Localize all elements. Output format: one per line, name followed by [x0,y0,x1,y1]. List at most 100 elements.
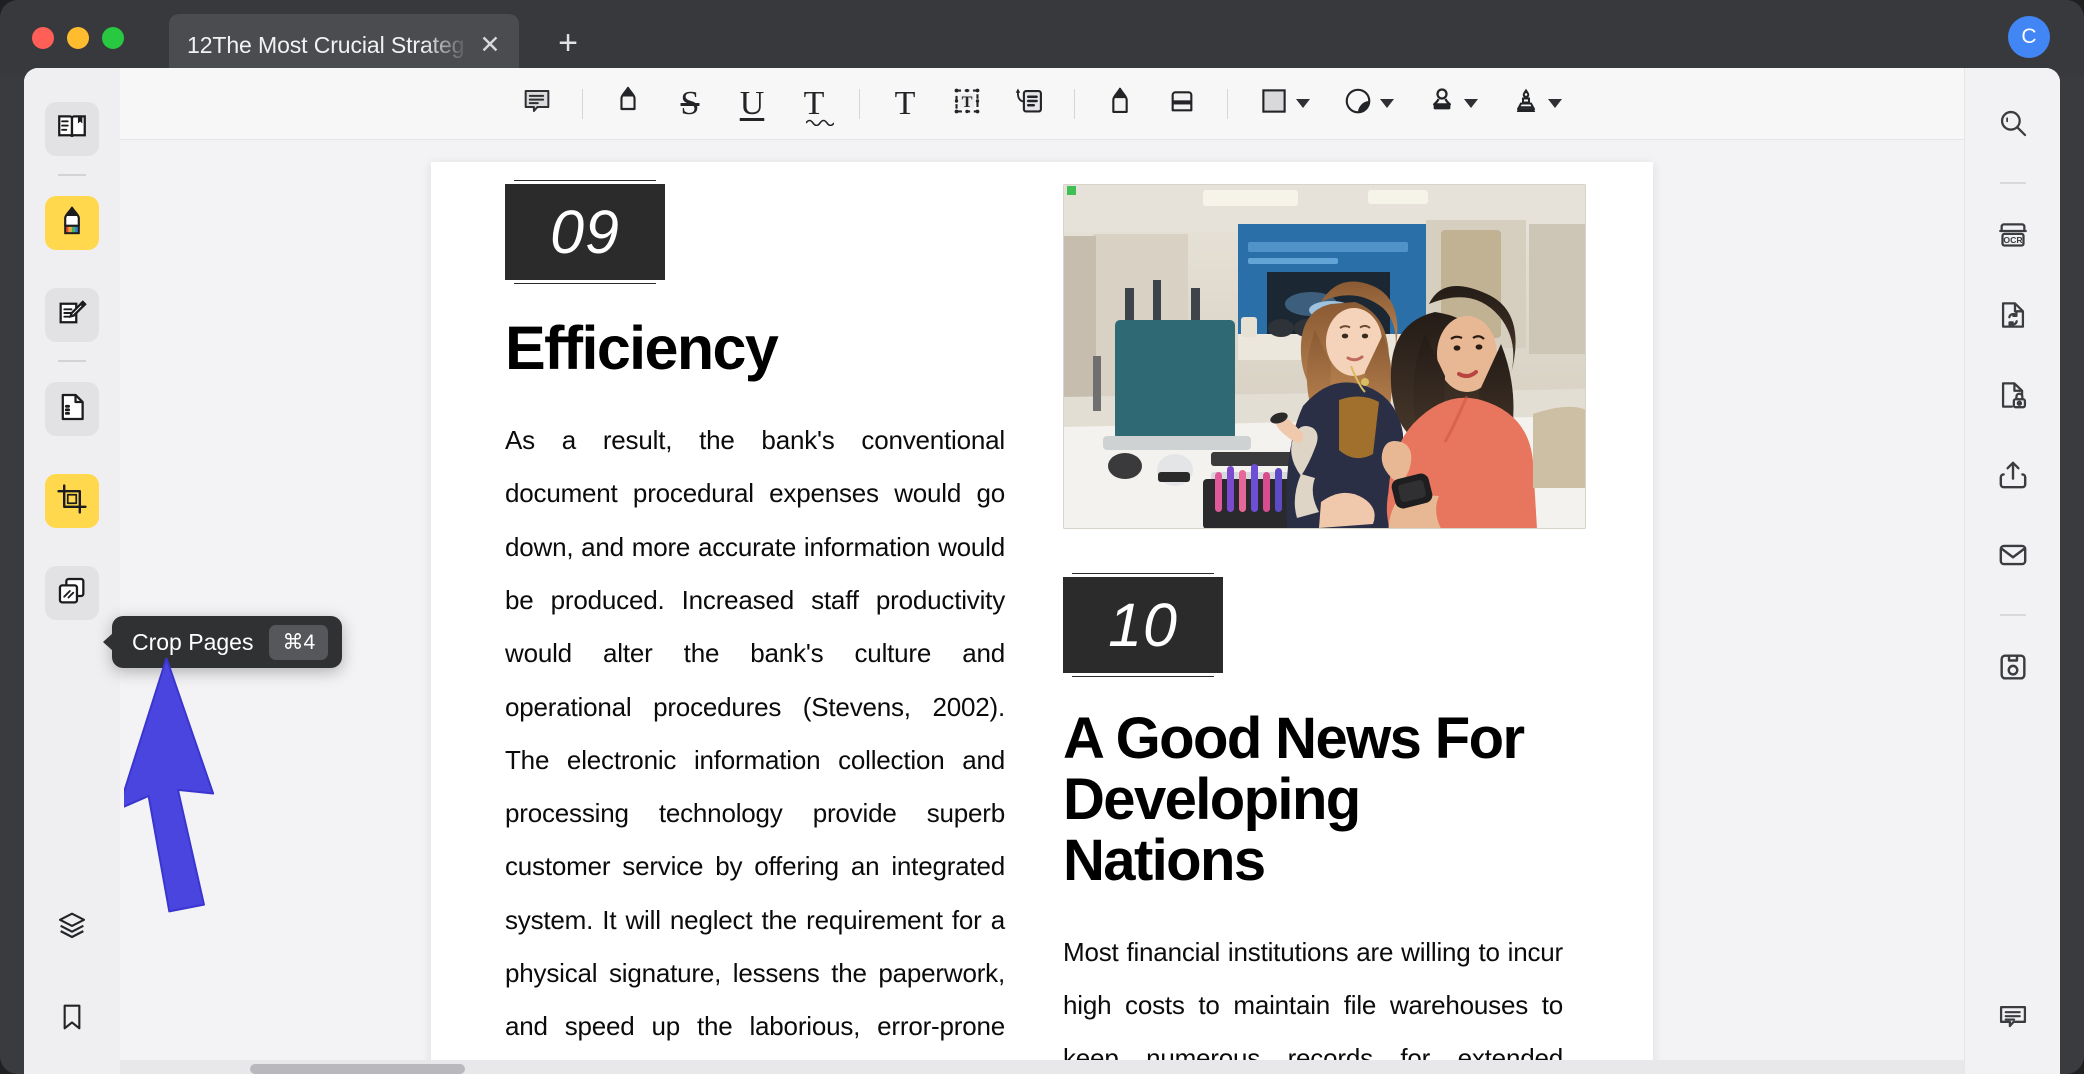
squiggly-t-icon: T [804,86,834,126]
stamp-icon [1427,86,1457,121]
main-area: S U T T T 09 Efficiency As a result, the… [120,68,1964,1074]
eraser-tool[interactable] [1151,77,1213,131]
text-t-icon: T [894,84,916,122]
section-paragraph: Most financial institutions are willing … [1063,936,1563,1074]
photo-corner-marker [1067,186,1076,195]
text-callout-tool[interactable] [998,77,1060,131]
horizontal-scrollbar[interactable] [250,1064,465,1074]
section-heading: A Good News For Developing Nations [1063,706,1525,893]
ocr-icon: OCR [1996,218,2030,257]
stamp-tool[interactable] [1410,77,1494,131]
toolbar-separator-2 [859,88,860,119]
share-upload-icon [1996,458,2030,497]
thumbnail-strip[interactable] [120,1060,1964,1074]
layers-icon [56,909,88,946]
underline-u-icon: U [739,84,765,122]
bookmark-icon [56,1001,88,1038]
chevron-down-icon[interactable] [1295,99,1310,108]
document-pencil-icon [55,296,89,335]
sidebar-item-layers[interactable] [45,900,99,954]
squiggly-tool[interactable]: T [783,77,845,131]
callout-note-icon [1012,84,1046,123]
toolbar-separator-3 [1074,88,1075,119]
sidebar-divider-1 [58,174,86,176]
email-button[interactable] [1986,530,2040,584]
sidebar-item-reader-mode[interactable] [45,102,99,156]
text-box-icon: T [950,84,984,123]
text-box-tool[interactable]: T [936,77,998,131]
avatar[interactable]: C [2008,16,2050,58]
tab-strip: 12The Most Crucial Strateg ✕ + [169,0,585,76]
svg-text:T: T [962,92,973,111]
share-button[interactable] [1986,450,2040,504]
sidebar-item-crop-pages[interactable] [45,474,99,528]
right-sidebar-divider-1 [1999,182,2026,184]
page-column-right: 10 A Good News For Developing Nations Mo… [1063,184,1586,1074]
document-scroll-area[interactable]: 09 Efficiency As a result, the bank's co… [120,140,1964,1074]
signature-tool[interactable] [1494,77,1578,131]
floppy-save-icon [1996,650,2030,689]
pencil-icon [1104,84,1136,123]
save-button[interactable] [1986,642,2040,696]
sticky-note-tool[interactable] [506,77,568,131]
maximize-window-button[interactable] [102,27,124,49]
sticker-tool[interactable] [1326,77,1410,131]
minimize-window-button[interactable] [67,27,89,49]
pencil-tool[interactable] [1089,77,1151,131]
chevron-down-icon[interactable] [1463,99,1478,108]
annotation-toolbar: S U T T T [120,68,1964,140]
chevron-down-icon[interactable] [1379,99,1394,108]
envelope-icon [1996,538,2030,577]
document-tab[interactable]: 12The Most Crucial Strateg ✕ [169,14,519,76]
section-heading: Efficiency [505,314,779,382]
tab-title: 12The Most Crucial Strateg [187,31,465,58]
avatar-initial: C [2021,25,2037,48]
sticker-circle-icon [1343,86,1373,121]
chevron-down-icon[interactable] [1547,99,1562,108]
svg-text:OCR: OCR [2003,234,2023,244]
traffic-lights [32,27,124,49]
document-convert-icon [1996,298,2030,337]
sidebar-item-edit-pdf[interactable] [45,288,99,342]
page-fold-icon [55,390,89,429]
strikethrough-s-icon: S [680,84,700,122]
highlighter-icon [55,204,89,243]
highlighter-icon [612,84,644,123]
title-bar: 12The Most Crucial Strateg ✕ + C [0,0,2084,76]
fountain-pen-icon [1511,85,1541,122]
sidebar-item-organize-pages[interactable] [45,382,99,436]
section-paragraph: As a result, the bank's conventional doc… [505,425,1005,1074]
text-tool[interactable]: T [874,77,936,131]
comment-bubble-icon [521,85,553,122]
close-window-button[interactable] [32,27,54,49]
crop-pages-tooltip: Crop Pages ⌘4 [112,616,343,668]
sidebar-item-batch-process[interactable] [45,566,99,620]
ocr-button[interactable]: OCR [1986,210,2040,264]
convert-button[interactable] [1986,290,2040,344]
protect-button[interactable] [1986,370,2040,424]
section-number-badge: 10 [1063,577,1223,673]
sidebar-item-annotate[interactable] [45,196,99,250]
square-shape-icon [1259,86,1289,121]
body-area: Crop Pages ⌘4 S U T T T 09 Efficiency As… [24,68,2060,1074]
strikethrough-tool[interactable]: S [659,77,721,131]
toolbar-separator-4 [1227,88,1228,119]
stacked-pages-icon [55,574,89,613]
sidebar-item-bookmarks[interactable] [45,992,99,1046]
shape-tool[interactable] [1242,77,1326,131]
search-icon [1997,107,2029,144]
document-lock-icon [1996,378,2030,417]
right-sidebar-divider-2 [1999,614,2026,616]
section-number-badge: 09 [505,184,665,280]
tooltip-shortcut: ⌘4 [269,624,329,660]
plus-icon[interactable]: + [551,26,585,60]
close-icon[interactable]: ✕ [475,32,505,58]
search-button[interactable] [1986,98,2040,152]
app-window: 12The Most Crucial Strateg ✕ + C Crop Pa… [0,0,2084,1074]
toolbar-separator-1 [582,88,583,119]
book-bookmark-icon [55,110,89,149]
pdf-page[interactable]: 09 Efficiency As a result, the bank's co… [431,162,1653,1074]
underline-tool[interactable]: U [721,77,783,131]
highlight-tool[interactable] [597,77,659,131]
comments-button[interactable] [1986,992,2040,1046]
